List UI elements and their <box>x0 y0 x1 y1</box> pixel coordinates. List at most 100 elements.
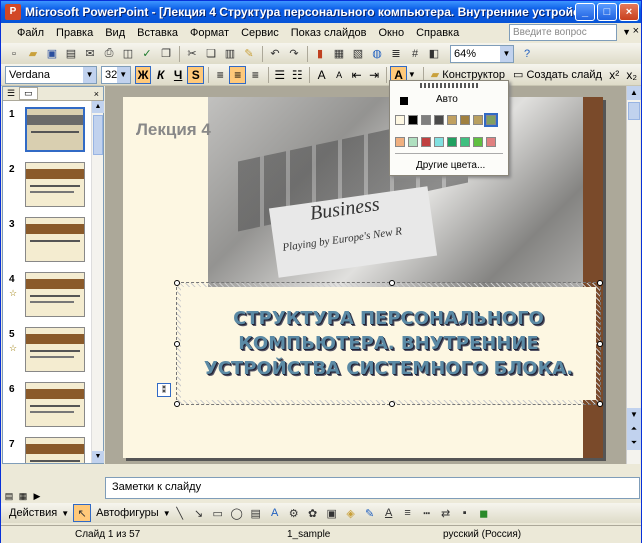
font-size-combo[interactable]: 32 ▼ <box>101 65 131 84</box>
slide-thumbnail[interactable]: 2 <box>3 160 93 215</box>
line-icon[interactable]: ╲ <box>171 504 189 522</box>
bullets-icon[interactable]: ☷ <box>289 66 305 84</box>
rectangle-icon[interactable]: ▭ <box>209 504 227 522</box>
cut-icon[interactable]: ✂ <box>183 45 201 63</box>
chart-icon[interactable]: ▮ <box>311 45 329 63</box>
tables-borders-icon[interactable]: ▧ <box>349 45 367 63</box>
font-dropdown-icon[interactable]: ▼ <box>83 66 97 83</box>
redo-icon[interactable]: ↷ <box>285 45 303 63</box>
resize-handle[interactable] <box>174 401 180 407</box>
drawing-font-color-icon[interactable]: A <box>380 504 398 522</box>
color-swatch[interactable] <box>421 137 431 147</box>
color-swatch[interactable] <box>395 137 405 147</box>
scroll-thumb[interactable] <box>628 102 640 120</box>
decrease-font-icon[interactable]: A <box>331 66 347 84</box>
scroll-up-icon[interactable]: ▲ <box>92 101 104 113</box>
tab-slides[interactable]: ▭ <box>19 87 38 100</box>
minimize-button[interactable]: _ <box>575 3 595 21</box>
color-swatch[interactable] <box>460 115 470 125</box>
actions-dropdown-icon[interactable]: ▼ <box>61 509 69 518</box>
increase-font-icon[interactable]: A <box>313 66 329 84</box>
open-icon[interactable]: ▰ <box>24 45 42 63</box>
close-document-button[interactable]: × <box>633 25 639 37</box>
shadow-style-icon[interactable]: ▪ <box>456 504 474 522</box>
slide-thumbnail[interactable]: 1 <box>3 105 93 160</box>
resize-handle[interactable] <box>597 280 603 286</box>
color-swatch[interactable] <box>473 115 483 125</box>
title-bar[interactable]: P Microsoft PowerPoint - [Лекция 4 Струк… <box>1 1 641 23</box>
color-grayscale-icon[interactable]: ◧ <box>425 45 443 63</box>
picture-icon[interactable]: ▣ <box>323 504 341 522</box>
color-swatch[interactable] <box>486 137 496 147</box>
increase-indent-icon[interactable]: ⇥ <box>366 66 382 84</box>
scroll-up-icon[interactable]: ▲ <box>627 86 641 100</box>
color-swatch[interactable] <box>421 115 431 125</box>
color-swatch[interactable] <box>473 137 483 147</box>
resize-handle[interactable] <box>389 280 395 286</box>
menu-file[interactable]: Файл <box>11 24 50 42</box>
zoom-dropdown-icon[interactable]: ▼ <box>500 45 513 62</box>
align-right-icon[interactable]: ≡ <box>247 66 263 84</box>
align-center-icon[interactable]: ≡ <box>229 65 247 84</box>
autofit-options-icon[interactable]: ⁑ <box>157 383 171 397</box>
slide-canvas[interactable]: Business Playing by Europe's New R Лекци… <box>123 97 603 458</box>
slides-pane-scrollbar[interactable]: ▲ ▼ <box>91 101 104 463</box>
grid-icon[interactable]: # <box>406 45 424 63</box>
help-icon[interactable]: ? <box>518 45 536 63</box>
scroll-down-icon[interactable]: ▼ <box>92 451 104 463</box>
lecture-label[interactable]: Лекция 4 <box>136 120 211 140</box>
slideshow-view-icon[interactable]: ▶ <box>30 489 44 503</box>
permission-icon[interactable]: ▤ <box>62 45 80 63</box>
palette-grip[interactable] <box>420 83 478 88</box>
paste-icon[interactable]: ▥ <box>221 45 239 63</box>
color-swatch[interactable] <box>408 137 418 147</box>
menu-edit[interactable]: Правка <box>50 24 99 42</box>
fill-color-icon[interactable]: ◈ <box>342 504 360 522</box>
menu-view[interactable]: Вид <box>99 24 131 42</box>
notes-pane[interactable]: Заметки к слайду <box>105 477 640 499</box>
resize-handle[interactable] <box>174 341 180 347</box>
menu-insert[interactable]: Вставка <box>131 24 184 42</box>
italic-button[interactable]: К <box>152 66 168 84</box>
font-color-dropdown-icon[interactable]: ▼ <box>408 70 416 79</box>
font-size-dropdown-icon[interactable]: ▼ <box>116 66 130 83</box>
slide-thumbnail[interactable]: 3 <box>3 215 93 270</box>
wordart-icon[interactable]: A <box>266 504 284 522</box>
slide-thumbnail[interactable]: 7 <box>3 435 93 463</box>
main-scrollbar[interactable]: ▲ ▼ ⏶ ⏷ <box>626 86 641 464</box>
textbox-icon[interactable]: ▤ <box>247 504 265 522</box>
tab-outline[interactable]: ☰ <box>3 88 19 99</box>
line-color-icon[interactable]: ✎ <box>361 504 379 522</box>
research-icon[interactable]: ❐ <box>157 45 175 63</box>
resize-handle[interactable] <box>597 401 603 407</box>
color-swatch[interactable] <box>447 115 457 125</box>
normal-view-icon[interactable]: ▤ <box>2 489 16 503</box>
subscript-button[interactable]: x₂ <box>623 66 639 84</box>
bold-button[interactable]: Ж <box>134 65 152 84</box>
superscript-button[interactable]: x² <box>606 66 622 84</box>
previous-slide-icon[interactable]: ⏶ <box>627 422 641 436</box>
align-left-icon[interactable]: ≡ <box>212 66 228 84</box>
more-colors-option[interactable]: Другие цвета... <box>416 160 485 171</box>
decrease-indent-icon[interactable]: ⇤ <box>348 66 364 84</box>
undo-icon[interactable]: ↶ <box>266 45 284 63</box>
close-button[interactable]: × <box>619 3 639 21</box>
color-swatch[interactable] <box>484 113 498 127</box>
slide-thumbnail[interactable]: 6 <box>3 380 93 435</box>
scroll-down-icon[interactable]: ▼ <box>627 408 641 422</box>
email-icon[interactable]: ✉ <box>81 45 99 63</box>
line-style-icon[interactable]: ≡ <box>399 504 417 522</box>
format-painter-icon[interactable]: ✎ <box>240 45 258 63</box>
resize-handle[interactable] <box>174 280 180 286</box>
oval-icon[interactable]: ◯ <box>228 504 246 522</box>
preview-icon[interactable]: ◫ <box>119 45 137 63</box>
slide-title[interactable]: СТРУКТУРА ПЕРСОНАЛЬНОГО КОМПЬЮТЕРА. ВНУТ… <box>181 306 596 381</box>
underline-button[interactable]: Ч <box>170 66 186 84</box>
select-pointer-icon[interactable]: ↖ <box>73 504 92 522</box>
new-icon[interactable]: ▫ <box>5 45 23 63</box>
shadow-button[interactable]: S <box>187 65 205 84</box>
copy-icon[interactable]: ❏ <box>202 45 220 63</box>
zoom-combo[interactable]: 64% ▼ <box>450 44 514 63</box>
resize-handle[interactable] <box>597 341 603 347</box>
auto-color-option[interactable]: Авто <box>398 94 502 108</box>
